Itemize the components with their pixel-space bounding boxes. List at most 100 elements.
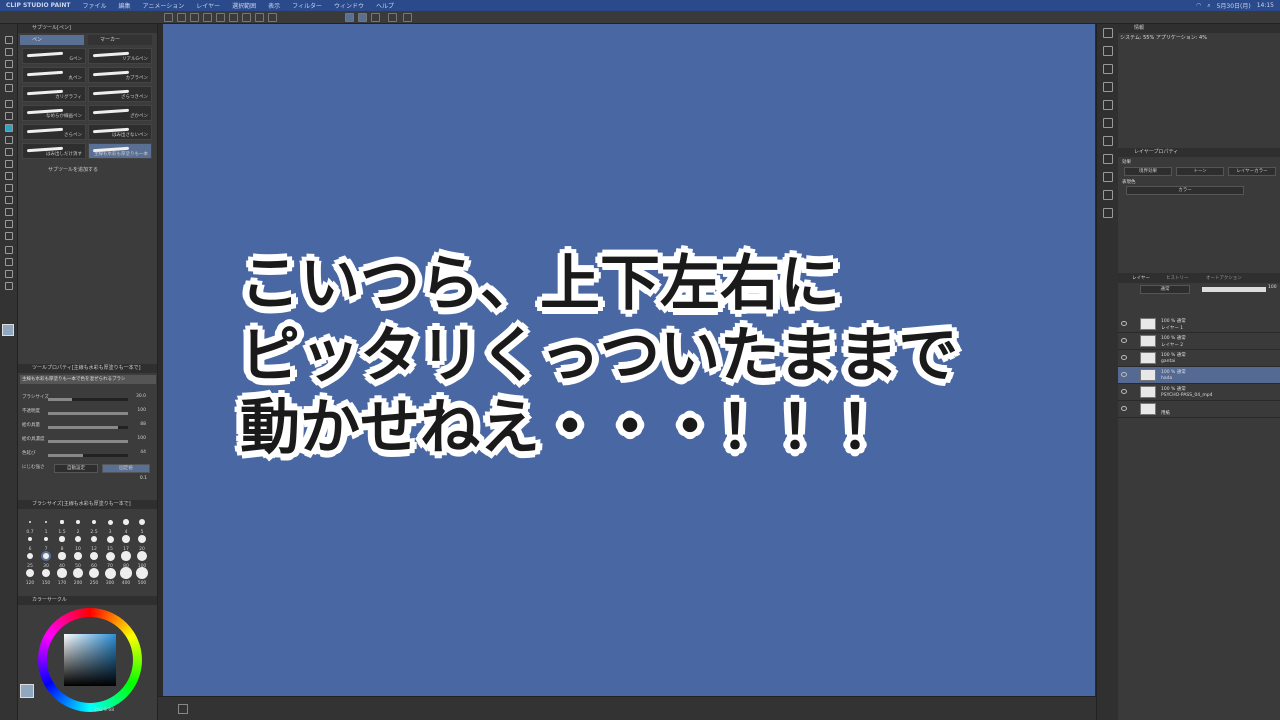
prop-slider[interactable]: [48, 426, 128, 429]
select-icon[interactable]: [5, 84, 13, 92]
ruler-snap-icon[interactable]: [345, 13, 354, 22]
eye-icon[interactable]: [1121, 372, 1127, 377]
search-icon[interactable]: ⌕: [1207, 2, 1210, 10]
prop-row[interactable]: 絵の具量 88: [22, 422, 154, 431]
redo-icon[interactable]: [229, 13, 238, 22]
prop-slider[interactable]: [48, 398, 128, 401]
tab-layer[interactable]: レイヤー: [1132, 275, 1150, 281]
prop-row[interactable]: 絵の具濃度 100: [22, 436, 154, 445]
add-subtool-button[interactable]: サブツールを追加する: [48, 166, 98, 173]
blend-icon[interactable]: [5, 184, 13, 192]
brush-size-dot[interactable]: [43, 536, 49, 542]
menu-layer[interactable]: レイヤー: [196, 1, 220, 10]
layer-color-button[interactable]: レイヤーカラー: [1228, 167, 1276, 176]
brush-size-dot[interactable]: [136, 550, 148, 562]
grid-snap-icon[interactable]: [371, 13, 380, 22]
brush-size-dot[interactable]: [58, 552, 66, 560]
opacity-slider[interactable]: [1202, 287, 1266, 292]
navigator-toggle-icon[interactable]: [178, 704, 188, 714]
tab-auto-action[interactable]: オートアクション: [1206, 275, 1242, 281]
fill-tool-icon[interactable]: [5, 196, 13, 204]
tab-marker[interactable]: マーカー: [88, 35, 152, 45]
brush-item[interactable]: Gペン: [22, 48, 86, 64]
brush-icon[interactable]: [5, 124, 13, 132]
brush-size-dot[interactable]: [106, 535, 114, 543]
move-icon[interactable]: [5, 72, 13, 80]
open-icon[interactable]: [177, 13, 186, 22]
device-icon[interactable]: [388, 13, 397, 22]
layer-row[interactable]: 100 % 通常 レイヤー 1: [1118, 316, 1280, 333]
blend-mode-select[interactable]: 通常: [1140, 285, 1190, 294]
brush-item[interactable]: 丸ペン: [22, 67, 86, 83]
clear-icon[interactable]: [242, 13, 251, 22]
brush-size-dot[interactable]: [75, 536, 81, 542]
rotate-icon[interactable]: [5, 60, 13, 68]
airbrush-icon[interactable]: [5, 148, 13, 156]
eyedropper-icon[interactable]: [5, 100, 13, 108]
material-icon-3[interactable]: [1103, 100, 1113, 110]
material-icon-4[interactable]: [1103, 118, 1113, 128]
brush-size-dot[interactable]: [57, 568, 67, 578]
brush-size-dot[interactable]: [74, 552, 82, 560]
brush-size-dot[interactable]: [27, 553, 33, 559]
layer-row[interactable]: 用紙: [1118, 401, 1280, 418]
brush-item[interactable]: はみ出さないペン: [88, 124, 152, 140]
close-panel-icon[interactable]: [1103, 82, 1113, 92]
main-color-swatch[interactable]: [2, 324, 14, 336]
brush-size-dot[interactable]: [120, 567, 132, 579]
brush-item[interactable]: カリグラフィ: [22, 86, 86, 102]
brush-size-dot[interactable]: [104, 567, 116, 579]
ruler-icon[interactable]: [5, 246, 13, 254]
current-color-swatch[interactable]: [20, 684, 34, 698]
save-icon[interactable]: [190, 13, 199, 22]
menu-animation[interactable]: アニメーション: [143, 1, 185, 10]
prop-slider[interactable]: [48, 412, 128, 415]
prop-row[interactable]: ブラシサイズ 30.0: [22, 394, 154, 403]
layer-row[interactable]: 100 % 通常 PSYCHO-PASS_04_mp4: [1118, 384, 1280, 401]
auto-setting-button[interactable]: 自動設定: [54, 464, 98, 473]
brush-size-dot[interactable]: [59, 536, 65, 542]
menu-view[interactable]: 表示: [268, 1, 280, 10]
material-icon-2[interactable]: [1103, 64, 1113, 74]
text-icon[interactable]: [5, 258, 13, 266]
undo-icon[interactable]: [216, 13, 225, 22]
eye-icon[interactable]: [1121, 355, 1127, 360]
hand-icon[interactable]: [5, 48, 13, 56]
brush-size-dot[interactable]: [121, 551, 131, 561]
brush-size-dot[interactable]: [91, 519, 97, 525]
brush-size-dot[interactable]: [26, 569, 34, 577]
brush-item[interactable]: さらペン: [22, 124, 86, 140]
app-name[interactable]: CLIP STUDIO PAINT: [6, 2, 70, 9]
frame-icon[interactable]: [5, 232, 13, 240]
brush-size-dot[interactable]: [28, 537, 32, 541]
material-icon-5[interactable]: [1103, 136, 1113, 146]
pencil-icon[interactable]: [5, 136, 13, 144]
brush-size-dot[interactable]: [90, 535, 98, 543]
gradient-icon[interactable]: [5, 208, 13, 216]
brush-size-dot[interactable]: [42, 552, 50, 560]
prop-row[interactable]: 不透明度 100: [22, 408, 154, 417]
new-icon[interactable]: [164, 13, 173, 22]
zoom-icon[interactable]: [5, 36, 13, 44]
wifi-icon[interactable]: ◠: [1196, 2, 1201, 9]
balloon-icon[interactable]: [5, 270, 13, 278]
eye-icon[interactable]: [1121, 406, 1127, 411]
brush-size-dot[interactable]: [107, 519, 113, 525]
layer-row[interactable]: 100 % 通常 gantai: [1118, 350, 1280, 367]
tab-pen[interactable]: ペン: [20, 35, 84, 45]
brush-item[interactable]: ざらつきペン: [88, 86, 152, 102]
brush-item[interactable]: なめらか線画ペン: [22, 105, 86, 121]
brush-size-dot[interactable]: [41, 568, 51, 578]
correct-line-icon[interactable]: [5, 282, 13, 290]
brush-size-dot[interactable]: [73, 568, 83, 578]
brush-size-dot[interactable]: [137, 534, 147, 544]
special-ruler-snap-icon[interactable]: [358, 13, 367, 22]
material-icon-8[interactable]: [1103, 190, 1113, 200]
color-wheel[interactable]: [38, 608, 142, 712]
brush-size-dot[interactable]: [122, 535, 130, 543]
material-icon-6[interactable]: [1103, 154, 1113, 164]
menu-window[interactable]: ウィンドウ: [334, 1, 364, 10]
brush-size-dot[interactable]: [76, 520, 80, 524]
menu-selection[interactable]: 選択範囲: [232, 1, 256, 10]
menu-edit[interactable]: 編集: [119, 1, 131, 10]
